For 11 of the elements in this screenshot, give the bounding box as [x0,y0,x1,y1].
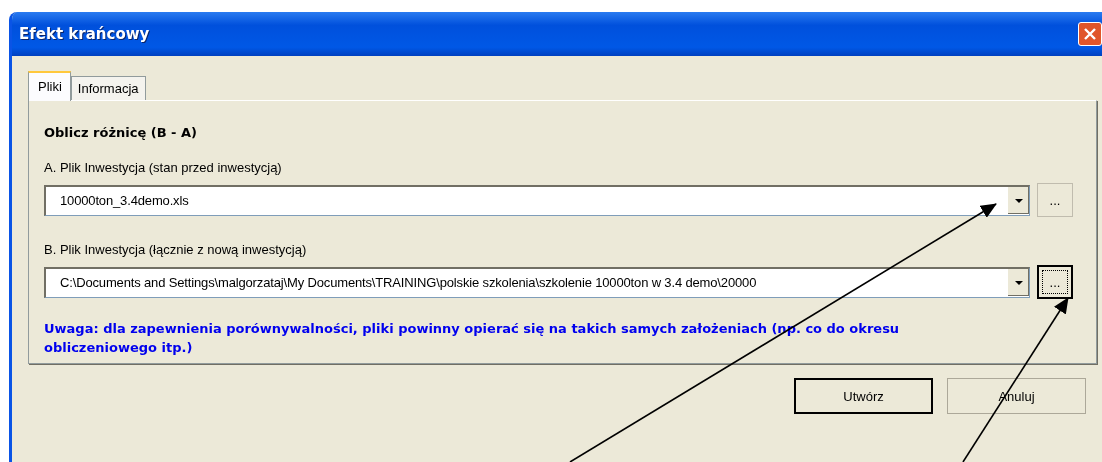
section-heading: Oblicz różnicę (B - A) [44,125,199,140]
field-label: A. Plik Inwestycja (stan przed inwestycją) [44,160,283,175]
window-title: Efekt krańcowy [19,25,150,43]
file-combo-box[interactable]: C:\Documents and Settings\malgorzataj\My Documents\TRAINING\polskie szkolenia\szkolenie 10000ton w 3.4 demo\20000 [44,266,1030,298]
tab[interactable]: Pliki [28,71,71,101]
browse-button[interactable]: ... [1037,183,1073,217]
field-label: B. Plik Inwestycja (łącznie z nową inwestycją) [44,242,308,257]
tab[interactable]: Informacja [70,76,146,100]
dialog-button[interactable]: Utwórz [794,378,933,414]
browse-button[interactable]: ... [1037,265,1073,299]
file-combo-box[interactable]: 10000ton_3.4demo.xls [44,184,1030,216]
